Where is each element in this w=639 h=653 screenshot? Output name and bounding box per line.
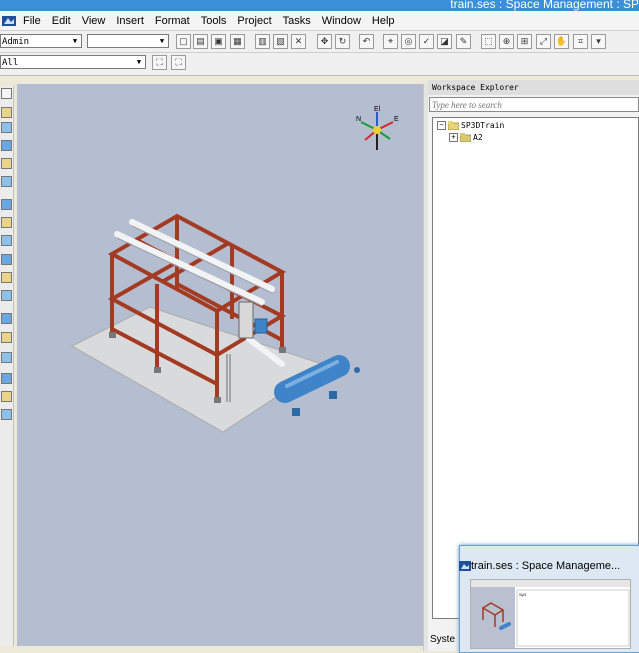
catalog-icon[interactable] (1, 409, 12, 420)
menu-format[interactable]: Format (150, 15, 196, 27)
zoom-area-icon[interactable]: ⊞ (517, 34, 532, 49)
pump-unit[interactable] (254, 318, 268, 334)
more-icon[interactable]: ▾ (591, 34, 606, 49)
system-icon[interactable] (1, 332, 12, 343)
chevron-down-icon: ▼ (159, 37, 165, 45)
model-canvas[interactable]: El N E (17, 84, 423, 646)
compass-east-label: E (394, 116, 399, 123)
edit-icon[interactable]: ✎ (456, 34, 471, 49)
select-icon[interactable] (1, 88, 12, 99)
system-folder-icon (460, 133, 471, 142)
volume-icon[interactable] (1, 391, 12, 402)
fit-icon[interactable]: ⤢ (536, 34, 551, 49)
active-layer-select[interactable]: ▼ (87, 34, 169, 48)
foundation-slab[interactable] (70, 306, 327, 433)
structure-icon[interactable] (1, 140, 12, 151)
graphic-view[interactable]: El N E (17, 84, 423, 646)
filter-select[interactable]: All ▼ (0, 55, 146, 69)
view-cube-icon[interactable]: ⬚ (481, 34, 496, 49)
refresh-icon[interactable]: ◎ (401, 34, 416, 49)
window-title: train.ses : Space Management : SP (450, 0, 639, 11)
coordinate-icon[interactable]: ⌖ (383, 34, 398, 49)
tree-node-root[interactable]: − SP3DTrain (437, 121, 504, 131)
filter-toolbar: All ▼ ⛶ ⛶ (0, 53, 639, 76)
paste-icon[interactable]: ▧ (273, 34, 288, 49)
workspace-explorer-title: Workspace Explorer (428, 80, 639, 95)
permission-group-value: Admin (2, 37, 30, 47)
collapse-icon[interactable]: − (437, 121, 446, 130)
workspace-search-input[interactable] (429, 97, 639, 112)
chevron-down-icon: ▼ (72, 37, 78, 45)
cable-icon[interactable] (1, 199, 12, 210)
menu-edit[interactable]: Edit (47, 15, 77, 27)
zoom-icon[interactable]: ⊕ (499, 34, 514, 49)
locate-filter-icon[interactable]: ⛶ (171, 55, 186, 70)
move-icon[interactable]: ✥ (317, 34, 332, 49)
folder-icon[interactable] (1, 107, 12, 118)
menu-help[interactable]: Help (367, 15, 401, 27)
thumbnail-image: Sp3 (471, 580, 630, 648)
preview-thumbnail: Sp3 (470, 579, 631, 649)
open-file-icon[interactable]: ▤ (193, 34, 208, 49)
check-icon[interactable]: ✓ (419, 34, 434, 49)
menu-tasks[interactable]: Tasks (278, 15, 317, 27)
copy-icon[interactable]: ▥ (255, 34, 270, 49)
filter-value: All (2, 58, 19, 68)
select-filter-icon[interactable]: ⛶ (152, 55, 167, 70)
main-toolbar: Admin ▼ ▼ ▢ ▤ ▣ ▦ ▥ ▧ ✕ ✥ ↻ ↶ ⌖ ◎ ✓ ◪ ✎ ⬚ ⊕ ⊞ ⤢ ✋ ⌗ ▾ (0, 31, 639, 53)
measure-icon[interactable]: ◪ (437, 34, 452, 49)
drawing-icon[interactable] (1, 272, 12, 283)
menu-file[interactable]: File (18, 15, 47, 27)
app-icon[interactable] (2, 15, 16, 27)
title-bar: train.ses : Space Management : SP (0, 0, 639, 11)
chevron-down-icon: ▼ (136, 58, 142, 66)
menu-tools[interactable]: Tools (196, 15, 233, 27)
equipment-icon[interactable] (1, 158, 12, 169)
orientation-triad: El N E (356, 106, 399, 150)
workspace-tree[interactable]: − SP3DTrain + A2 (432, 117, 639, 619)
compass-north-label: N (356, 116, 361, 123)
undo-icon[interactable]: ↶ (359, 34, 374, 49)
space-volume-icon[interactable] (1, 352, 12, 363)
menu-bar: File Edit View Insert Format Tools Proje… (0, 11, 639, 31)
taskbar-preview[interactable]: train.ses : Space Manageme... Sp3 (459, 545, 639, 653)
system-tab[interactable]: Syste (430, 634, 455, 645)
compass-up-label: El (374, 106, 381, 113)
tree-node-label: SP3DTrain (461, 121, 505, 130)
preview-title: train.ses : Space Manageme... (471, 560, 621, 572)
layer-icon[interactable] (1, 313, 12, 324)
permission-group-select[interactable]: Admin ▼ (0, 34, 82, 48)
pipe-icon[interactable] (1, 176, 12, 187)
rotate-icon[interactable]: ↻ (335, 34, 350, 49)
menu-view[interactable]: View (77, 15, 112, 27)
duct-icon[interactable] (1, 217, 12, 228)
menu-project[interactable]: Project (232, 15, 277, 27)
app-icon (459, 561, 471, 571)
tree-node-a2[interactable]: + A2 (449, 133, 483, 143)
left-command-bar (0, 86, 14, 646)
menu-window[interactable]: Window (317, 15, 367, 27)
grid-icon[interactable] (1, 254, 12, 265)
equipment-panel[interactable] (238, 301, 254, 339)
menu-insert[interactable]: Insert (111, 15, 150, 27)
space-icon[interactable] (1, 235, 12, 246)
thumb-caption: Sp3 (519, 592, 527, 597)
new-file-icon[interactable]: ▢ (176, 34, 191, 49)
model-folder-icon (448, 121, 459, 130)
pan-icon[interactable]: ✋ (554, 34, 569, 49)
clash-icon[interactable] (1, 373, 12, 384)
properties-icon[interactable]: ▦ (230, 34, 245, 49)
save-icon[interactable]: ▣ (211, 34, 226, 49)
place-icon[interactable] (1, 122, 12, 133)
expand-icon[interactable]: + (449, 133, 458, 142)
delete-icon[interactable]: ✕ (291, 34, 306, 49)
tree-node-label: A2 (473, 133, 483, 142)
report-icon[interactable] (1, 290, 12, 301)
clip-icon[interactable]: ⌗ (573, 34, 588, 49)
